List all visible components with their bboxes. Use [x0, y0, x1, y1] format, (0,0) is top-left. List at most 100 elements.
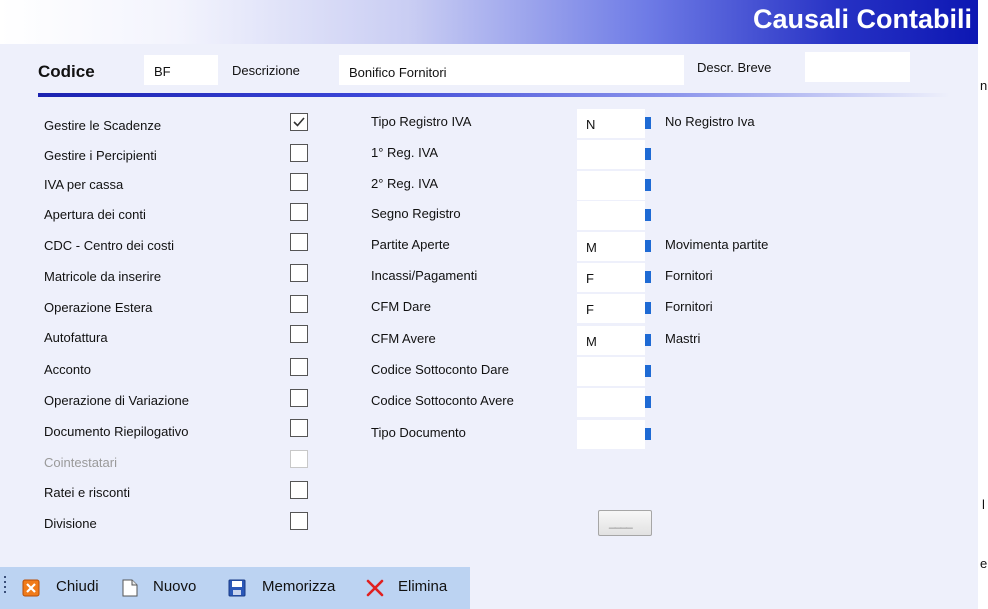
codice-sottoconto-dare-input[interactable]: [577, 357, 645, 386]
field-label: 2° Reg. IVA: [371, 176, 439, 191]
option-label: Gestire i Percipienti: [44, 148, 157, 163]
codice-sottoconto-avere-input[interactable]: [577, 388, 645, 417]
field-label: Tipo Documento: [371, 425, 466, 440]
iva-per-cassa-checkbox[interactable]: [290, 173, 308, 191]
segno-registro-lookup-button[interactable]: [645, 209, 651, 221]
documento-riepilogativo-checkbox[interactable]: [290, 419, 308, 437]
codice-sottoconto-dare-lookup-button[interactable]: [645, 365, 651, 377]
option-label: Divisione: [44, 516, 97, 531]
descrizione-field[interactable]: Bonifico Fornitori: [339, 55, 684, 85]
option-label: CDC - Centro dei costi: [44, 238, 175, 253]
option-label: Ratei e risconti: [44, 485, 130, 500]
reg-iva-2-lookup-button[interactable]: [645, 179, 651, 191]
gestire-scadenze-checkbox[interactable]: [290, 113, 308, 131]
background-text-fragment: n: [980, 78, 988, 93]
apertura-conti-checkbox[interactable]: [290, 203, 308, 221]
tipo-registro-iva-lookup-button[interactable]: [645, 117, 651, 129]
ratei-risconti-checkbox[interactable]: [290, 481, 308, 499]
codice-sottoconto-avere-lookup-button[interactable]: [645, 396, 651, 408]
field-label: 1° Reg. IVA: [371, 145, 439, 160]
field-label: Partite Aperte: [371, 237, 450, 252]
segno-registro-input[interactable]: [577, 201, 645, 230]
operazione-estera-checkbox[interactable]: [290, 295, 308, 313]
option-label: Gestire le Scadenze: [44, 118, 162, 133]
background-text-fragment: l: [982, 497, 985, 512]
field-value: F: [586, 302, 594, 317]
codice-field[interactable]: BF: [144, 55, 218, 85]
cfm-dare-lookup-button[interactable]: [645, 302, 651, 314]
window-title: Causali Contabili: [752, 4, 972, 34]
toolbar-grip-icon[interactable]: [4, 576, 6, 596]
cfm-avere-input[interactable]: M: [577, 326, 645, 355]
option-label: Operazione di Variazione: [44, 393, 190, 408]
ellipsis-button-label: ____: [609, 515, 633, 529]
checkmark-icon: [293, 117, 305, 127]
operazione-variazione-checkbox[interactable]: [290, 389, 308, 407]
field-label: Segno Registro: [371, 206, 461, 221]
field-description: Mastri: [665, 331, 701, 346]
descr-breve-label: Descr. Breve: [697, 60, 772, 75]
codice-value: BF: [154, 64, 171, 79]
acconto-checkbox[interactable]: [290, 358, 308, 376]
cointestatari-checkbox: [290, 450, 308, 468]
codice-label: Codice: [38, 62, 95, 81]
descrizione-value: Bonifico Fornitori: [349, 65, 447, 80]
ellipsis-button[interactable]: ____: [598, 510, 652, 536]
causali-contabili-window: Causali Contabili Codice BF Descrizione …: [0, 0, 978, 609]
delete-button[interactable]: Elimina: [366, 567, 462, 609]
cfm-dare-input[interactable]: F: [577, 294, 645, 323]
close-button[interactable]: Chiudi: [22, 567, 118, 609]
field-value: M: [586, 334, 597, 349]
new-button-label: Nuovo: [153, 578, 197, 595]
option-label: Documento Riepilogativo: [44, 424, 189, 439]
option-label: Cointestatari: [44, 455, 117, 470]
option-label: Operazione Estera: [44, 300, 153, 315]
incassi-pagamenti-lookup-button[interactable]: [645, 271, 651, 283]
option-label: Autofattura: [44, 330, 108, 345]
incassi-pagamenti-input[interactable]: F: [577, 263, 645, 292]
option-label: Matricole da inserire: [44, 269, 162, 284]
gestire-percipienti-checkbox[interactable]: [290, 144, 308, 162]
divisione-checkbox[interactable]: [290, 512, 308, 530]
cdc-checkbox[interactable]: [290, 233, 308, 251]
delete-button-label: Elimina: [398, 578, 448, 595]
descrizione-label: Descrizione: [232, 63, 300, 78]
field-description: Movimenta partite: [665, 237, 769, 252]
matricole-checkbox[interactable]: [290, 264, 308, 282]
bottom-toolbar: Chiudi Nuovo Memorizza Elimina: [0, 567, 470, 609]
option-label: Acconto: [44, 362, 91, 377]
partite-aperte-lookup-button[interactable]: [645, 240, 651, 252]
field-description: No Registro Iva: [665, 114, 755, 129]
close-icon: [22, 579, 40, 601]
background-text-fragment: e: [980, 556, 988, 571]
reg-iva-1-input[interactable]: [577, 140, 645, 169]
reg-iva-1-lookup-button[interactable]: [645, 148, 651, 160]
delete-x-icon: [366, 579, 384, 601]
descr-breve-field[interactable]: [805, 52, 910, 82]
field-value: M: [586, 240, 597, 255]
field-label: Incassi/Pagamenti: [371, 268, 478, 283]
new-document-icon: [122, 579, 138, 601]
new-button[interactable]: Nuovo: [122, 567, 216, 609]
tipo-registro-iva-input[interactable]: N: [577, 109, 645, 138]
cfm-avere-lookup-button[interactable]: [645, 334, 651, 346]
field-description: Fornitori: [665, 299, 713, 314]
field-value: F: [586, 271, 594, 286]
option-label: Apertura dei conti: [44, 207, 146, 222]
title-bar: Causali Contabili: [0, 0, 978, 44]
save-button[interactable]: Memorizza: [228, 567, 356, 609]
field-description: Fornitori: [665, 268, 713, 283]
field-label: Codice Sottoconto Dare: [371, 362, 510, 377]
field-label: CFM Dare: [371, 299, 431, 314]
save-disk-icon: [228, 579, 246, 601]
reg-iva-2-input[interactable]: [577, 171, 645, 200]
field-label: Tipo Registro IVA: [371, 114, 472, 129]
field-label: Codice Sottoconto Avere: [371, 393, 514, 408]
option-label: IVA per cassa: [44, 177, 124, 192]
header-separator: [38, 93, 950, 97]
partite-aperte-input[interactable]: M: [577, 232, 645, 261]
tipo-documento-lookup-button[interactable]: [645, 428, 651, 440]
close-button-label: Chiudi: [56, 578, 99, 595]
tipo-documento-input[interactable]: [577, 420, 645, 449]
autofattura-checkbox[interactable]: [290, 325, 308, 343]
